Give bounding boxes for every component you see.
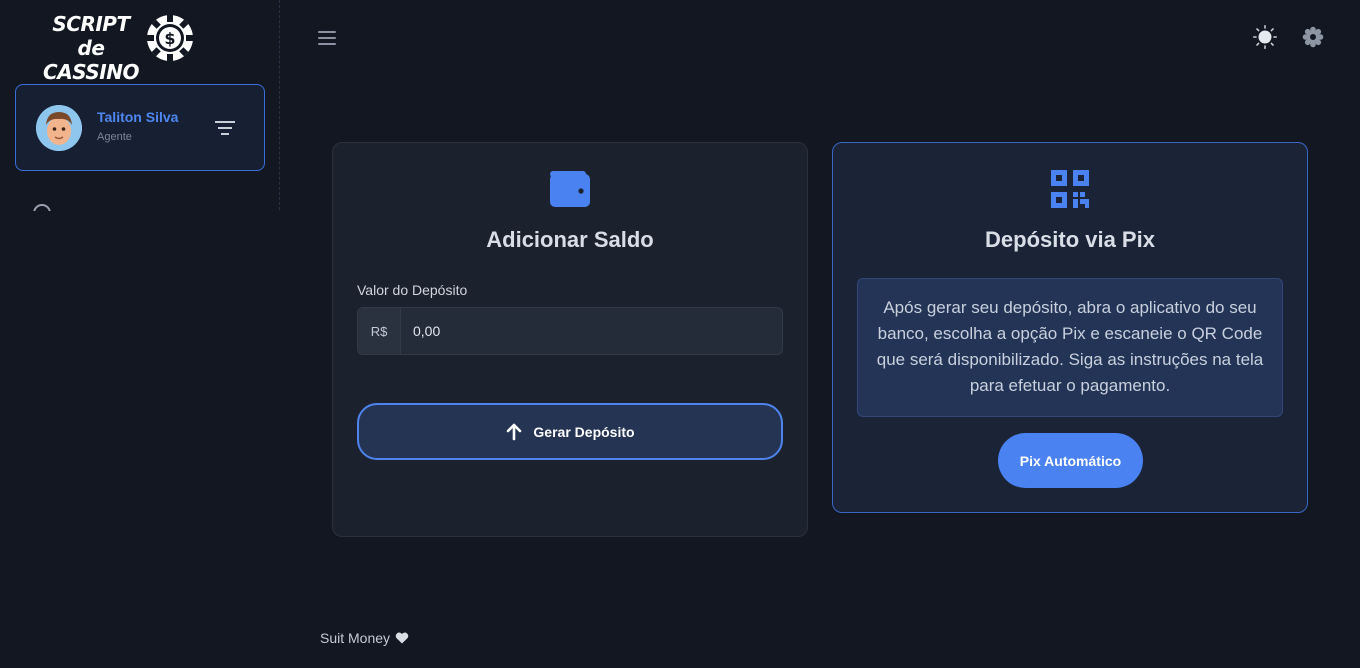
hamburger-menu-icon[interactable] <box>317 29 337 47</box>
add-balance-card: Adicionar Saldo Valor do Depósito R$ Ger… <box>332 142 808 537</box>
user-name: Taliton Silva <box>97 109 179 125</box>
add-balance-title: Adicionar Saldo <box>486 227 654 252</box>
qr-code-icon <box>1051 170 1089 208</box>
gear-icon[interactable] <box>1302 26 1324 48</box>
currency-prefix: R$ <box>358 308 401 354</box>
deposit-amount-input[interactable] <box>401 308 782 354</box>
pix-deposit-card: Depósito via Pix Após gerar seu depósito… <box>832 142 1308 513</box>
avatar <box>36 105 82 151</box>
heart-icon <box>395 632 409 644</box>
deposit-amount-label: Valor do Depósito <box>357 282 468 298</box>
avatar-image <box>36 105 82 151</box>
pix-automatic-button[interactable]: Pix Automático <box>998 433 1143 488</box>
generate-deposit-label: Gerar Depósito <box>533 423 635 440</box>
pix-instructions: Após gerar seu depósito, abra o aplicati… <box>857 278 1283 417</box>
generate-deposit-button[interactable]: Gerar Depósito <box>357 403 783 460</box>
pix-deposit-title: Depósito via Pix <box>985 227 1155 252</box>
filter-icon[interactable] <box>215 121 235 135</box>
user-profile-card[interactable]: Taliton Silva Agente <box>15 84 265 171</box>
sidebar: SCRIPT de CASSINO $ Taliton Silva Agente <box>0 0 280 668</box>
logo-line-1: SCRIPT de <box>52 12 130 60</box>
wallet-icon <box>550 171 590 207</box>
sun-icon[interactable] <box>1253 25 1277 49</box>
user-role: Agente <box>97 131 132 143</box>
footer-text: Suit Money <box>320 630 391 646</box>
deposit-amount-group: R$ <box>357 307 783 355</box>
sidebar-nav-icon[interactable] <box>32 203 52 211</box>
logo-line-2: CASSINO <box>43 60 139 84</box>
brand-logo[interactable]: SCRIPT de CASSINO $ <box>36 12 196 84</box>
arrow-up-icon <box>507 423 522 440</box>
casino-chip-icon: $ <box>147 15 193 61</box>
sidebar-divider <box>279 0 280 210</box>
footer: Suit Money <box>320 630 409 646</box>
svg-text:$: $ <box>164 29 175 48</box>
logo-text: SCRIPT de CASSINO <box>36 12 146 84</box>
